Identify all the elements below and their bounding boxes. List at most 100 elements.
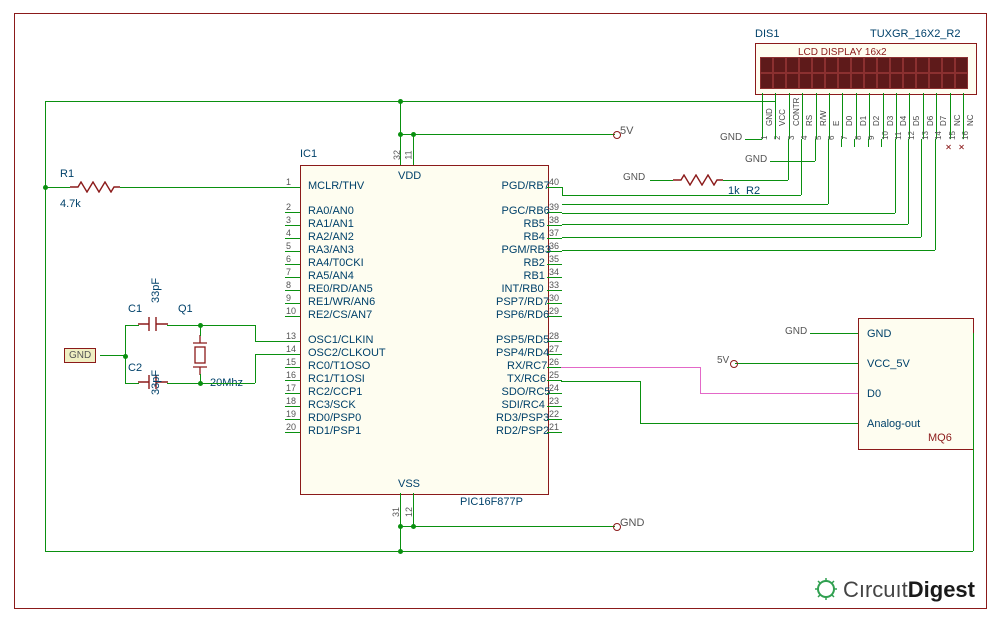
pin-stub	[547, 303, 562, 304]
lcd-char-cell	[955, 57, 968, 73]
mq6-part: MQ6	[928, 432, 952, 444]
lcd-char-cell	[942, 57, 955, 73]
brand-b: Digest	[908, 577, 975, 602]
pin-stub	[547, 341, 562, 342]
gnd-port: GND	[64, 348, 96, 363]
net-gnd: GND	[620, 517, 644, 529]
lcd-pin-label: D2	[872, 116, 881, 126]
wire-d0	[700, 367, 701, 393]
pin-num: 25	[549, 370, 559, 380]
wire	[400, 134, 615, 135]
wire	[908, 139, 909, 224]
pin-num: 6	[286, 254, 291, 264]
lcd-char-cell	[955, 73, 968, 89]
wire	[828, 139, 829, 204]
pin-label: PSP5/RD5	[496, 334, 540, 346]
pin-stub	[285, 393, 300, 394]
gnd-port-label: GND	[69, 350, 91, 361]
pin-stub	[547, 367, 562, 368]
pin-num: 22	[549, 409, 559, 419]
net-5v: 5V	[717, 355, 729, 366]
pin-stub	[285, 238, 300, 239]
net-gnd: GND	[745, 154, 767, 165]
pin-num: 15	[286, 357, 296, 367]
pin-stub	[547, 354, 562, 355]
pin-label: RA4/T0CKI	[308, 257, 364, 269]
wire	[167, 325, 255, 326]
pin-stub	[547, 406, 562, 407]
pin-stub	[547, 264, 562, 265]
lcd-pin-stub	[802, 93, 803, 139]
schematic-canvas: IC1 VDD VSS PIC16F877P 32 11 31 12 [187,…	[0, 0, 1000, 621]
net-5v: 5V	[620, 125, 633, 137]
pin-stub	[285, 264, 300, 265]
pin-stub	[285, 367, 300, 368]
wire	[400, 493, 401, 508]
pin-num: 7	[286, 267, 291, 277]
wire	[562, 224, 908, 225]
ic1-part: PIC16F877P	[460, 496, 523, 508]
wire	[973, 333, 974, 551]
lcd-pin-stub	[842, 93, 843, 139]
r1-ref: R1	[60, 168, 74, 180]
pin-num: 26	[549, 357, 559, 367]
q1-ref: Q1	[178, 303, 193, 315]
pin-num: 38	[549, 215, 559, 225]
pin-stub	[285, 303, 300, 304]
q1-crystal	[192, 335, 208, 375]
lcd-char-cell	[916, 57, 929, 73]
pin-stub	[547, 316, 562, 317]
pin-label: RB5	[524, 218, 541, 230]
wire	[400, 526, 401, 551]
mq6-gnd: GND	[867, 328, 891, 340]
lcd-pin-stub	[829, 93, 830, 139]
brand-a: Cırcuıt	[843, 577, 908, 602]
pin-stub	[285, 225, 300, 226]
pin-label: RD0/PSP0	[308, 412, 361, 424]
lcd-pin-label: CONTR	[792, 98, 801, 126]
lcd-pin-label: D7	[939, 116, 948, 126]
pin-label: RC2/CCP1	[308, 386, 362, 398]
pin-stub	[285, 290, 300, 291]
wire	[562, 204, 828, 205]
wire	[735, 363, 858, 364]
lcd-char-cell	[864, 73, 877, 89]
lcd-pin-label: D5	[912, 116, 921, 126]
pin-label: TX/RC6	[507, 373, 540, 385]
pin-stub	[547, 380, 562, 381]
pin-label: RX/RC7	[507, 360, 540, 372]
lcd-char-cell	[812, 73, 825, 89]
pin-stub	[285, 277, 300, 278]
r1-resistor	[70, 181, 120, 193]
pin-num: 16	[286, 370, 296, 380]
wire	[921, 139, 922, 237]
lcd-pin-label: D0	[845, 116, 854, 126]
wire	[640, 423, 858, 424]
wire	[255, 354, 256, 383]
pin-label: RE1/WR/AN6	[308, 296, 375, 308]
lcd-char-cell	[903, 73, 916, 89]
lcd-pin-num: 16	[961, 131, 970, 140]
pin-label: RC1/T1OSI	[308, 373, 365, 385]
c1-cap	[138, 316, 168, 332]
pin-label: RE0/RD/AN5	[308, 283, 373, 295]
pin-num: 19	[286, 409, 296, 419]
lcd-char-cell	[864, 57, 877, 73]
wire	[400, 526, 615, 527]
pin-num: 28	[549, 331, 559, 341]
wire	[167, 383, 255, 384]
wire	[775, 101, 776, 139]
pin-label: PGM/RB3	[502, 244, 541, 256]
pin-label: PSP7/RD7	[496, 296, 540, 308]
pin-num: 11	[404, 150, 414, 159]
pin-label: OSC2/CLKOUT	[308, 347, 386, 359]
wire	[45, 101, 762, 102]
wire	[935, 139, 936, 250]
pin-num: 10	[286, 306, 296, 316]
pin-num: 40	[549, 177, 559, 187]
brand-logo: CırcuıtDigest	[815, 577, 975, 603]
pin-stub	[285, 341, 300, 342]
pin-label: RB1	[524, 270, 541, 282]
pin-num: 8	[286, 280, 291, 290]
lcd-pin-stub	[869, 93, 870, 139]
